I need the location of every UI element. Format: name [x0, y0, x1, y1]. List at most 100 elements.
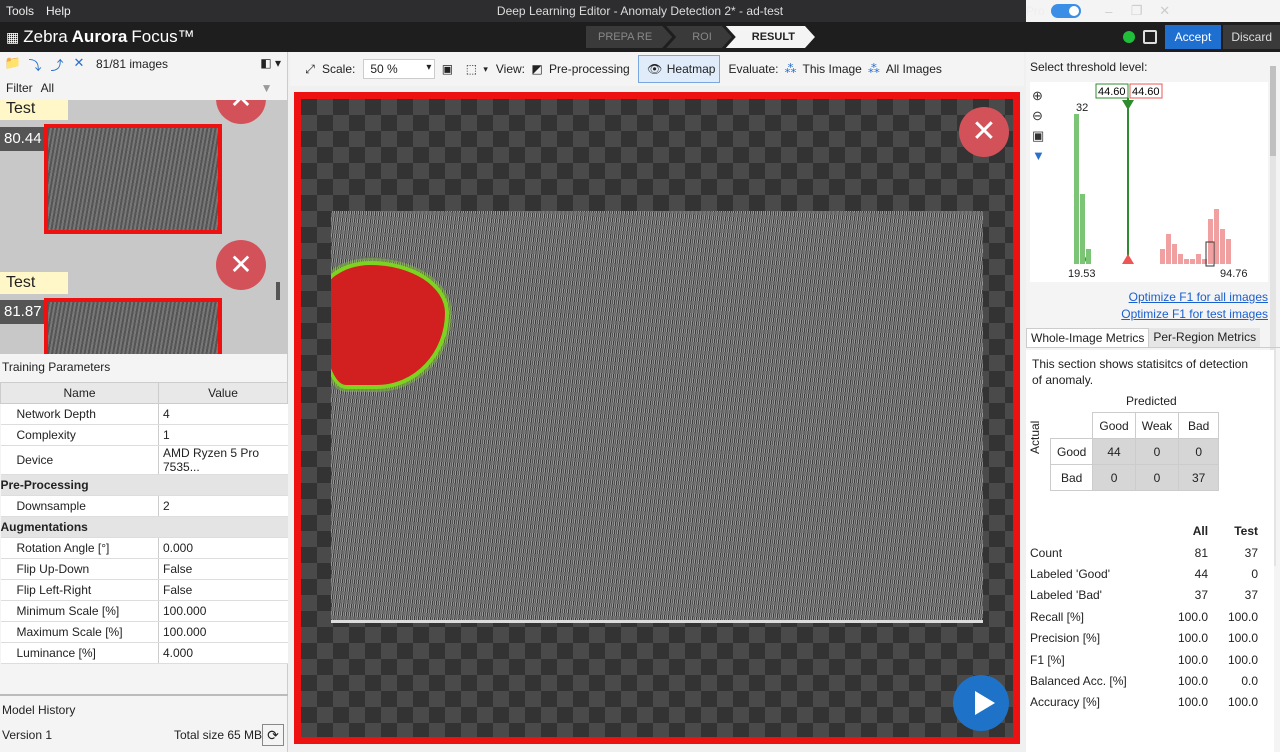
- thumbnail-scrollbar[interactable]: [276, 282, 280, 300]
- roi-icon[interactable]: ⬚: [463, 61, 479, 77]
- zebra-logo-icon: ▦: [6, 28, 20, 45]
- param-row[interactable]: Flip Left-Right False: [0, 579, 288, 601]
- play-icon[interactable]: [953, 675, 1009, 731]
- param-value[interactable]: 0.000: [158, 537, 288, 559]
- param-row[interactable]: Maximum Scale [%] 100.000: [0, 621, 288, 643]
- product-name-bold: Aurora: [71, 27, 128, 46]
- brand-name: Zebra: [23, 27, 68, 46]
- threshold-histogram[interactable]: ⊕ ⊖ ▣ ▼ 32 0 19.53 94.76 44.60 44.60: [1030, 82, 1268, 282]
- param-row[interactable]: Network Depth 4: [0, 403, 288, 425]
- minimize-icon[interactable]: –: [1095, 4, 1123, 19]
- save-icon[interactable]: [1142, 30, 1157, 44]
- params-table: Name Value Network Depth 4 Complexity 1 De…: [0, 382, 288, 664]
- metric-row: F1 [%] 100.0 100.0: [1030, 649, 1264, 670]
- cm-cell: 0: [1178, 438, 1220, 465]
- param-value[interactable]: 4.000: [158, 642, 288, 664]
- filter-select[interactable]: All: [41, 81, 261, 95]
- optimize-test-link[interactable]: Optimize F1 for test images: [1121, 307, 1268, 321]
- menu-help[interactable]: Help: [40, 4, 77, 18]
- metric-test: 100.0: [1227, 652, 1258, 667]
- metric-test: 0: [1251, 567, 1258, 582]
- metric-test: 100.0: [1227, 631, 1258, 646]
- image-canvas[interactable]: ✕: [294, 92, 1020, 744]
- add-folder-icon[interactable]: 📁: [2, 55, 24, 73]
- metric-all: 37: [1194, 588, 1209, 603]
- threshold-handle-bottom[interactable]: [1122, 254, 1134, 264]
- tab-whole-image-metrics[interactable]: Whole-Image Metrics: [1026, 328, 1150, 347]
- param-value[interactable]: 4: [158, 403, 288, 425]
- evaluate-label: Evaluate:: [728, 62, 779, 76]
- threshold-handle-top[interactable]: [1122, 100, 1134, 110]
- discard-button[interactable]: Discard: [1223, 25, 1280, 49]
- param-name: Flip Up-Down: [0, 558, 159, 580]
- close-icon[interactable]: ✕: [1151, 3, 1179, 19]
- param-value[interactable]: False: [158, 579, 288, 601]
- image-toolbar: 📁 ⤵ ⤴ ✕ 81/81 images ◧ ▾: [0, 52, 287, 76]
- total-size: Total size 65 MB: [174, 728, 263, 742]
- pro-toggle[interactable]: [1050, 4, 1081, 18]
- histogram-bad-bar: [1226, 239, 1231, 264]
- export-icon[interactable]: ⤴: [46, 55, 68, 73]
- param-value[interactable]: AMD Ryzen 5 Pro 7535...: [158, 445, 288, 475]
- refresh-icon[interactable]: ⟳: [262, 724, 284, 746]
- param-group: Augmentations: [0, 516, 288, 538]
- actual-label: Actual: [1028, 420, 1042, 454]
- param-row[interactable]: Downsample 2: [0, 495, 288, 517]
- cm-cell: 37: [1178, 464, 1220, 491]
- param-value[interactable]: 1: [158, 424, 288, 446]
- metric-row: Recall [%] 100.0 100.0: [1030, 606, 1264, 627]
- heatmap-button[interactable]: 👁 Heatmap: [637, 55, 721, 83]
- thumbnail-list: Test ✕ 80.44 ✕ Test 81.87 ✕: [0, 100, 288, 354]
- param-value[interactable]: False: [158, 558, 288, 580]
- preprocessing-button[interactable]: Pre-processing: [549, 62, 630, 76]
- accept-button[interactable]: Accept: [1164, 25, 1222, 49]
- metric-row: Accuracy [%] 100.0 100.0: [1030, 692, 1264, 713]
- step-roi[interactable]: ROI: [666, 26, 732, 48]
- product-name: Focus™: [131, 27, 195, 46]
- param-value[interactable]: 100.000: [158, 600, 288, 622]
- chevron-down-icon[interactable]: ▾: [483, 64, 488, 75]
- params-header-name: Name: [0, 382, 159, 404]
- evaluate-this-image-button[interactable]: This Image: [802, 62, 861, 76]
- thumbnail-image[interactable]: [44, 298, 222, 354]
- right-panel: Select threshold level: ⊕ ⊖ ▣ ▼ 32 0 19.…: [1026, 52, 1280, 752]
- param-row[interactable]: Rotation Angle [°] 0.000: [0, 537, 288, 559]
- param-value[interactable]: 2: [158, 495, 288, 517]
- fit-icon[interactable]: ▣: [439, 61, 455, 77]
- tab-per-region-metrics[interactable]: Per-Region Metrics: [1149, 328, 1261, 347]
- scale-select[interactable]: 50 %: [363, 59, 436, 79]
- evaluate-all-images-button[interactable]: All Images: [886, 62, 942, 76]
- model-version[interactable]: Version 1: [2, 728, 52, 742]
- params-title: Training Parameters: [2, 360, 111, 374]
- metrics-panel: This section shows statisitcs of detecti…: [1026, 350, 1274, 752]
- metrics-col-all: All: [1192, 524, 1209, 538]
- metric-name: Balanced Acc. [%]: [1030, 674, 1127, 689]
- optimize-all-link[interactable]: Optimize F1 for all images: [1129, 290, 1268, 304]
- step-result[interactable]: RESULT: [726, 26, 815, 48]
- histogram-plot[interactable]: 44.60 44.60: [1030, 82, 1268, 282]
- thumbnail-image[interactable]: [44, 124, 222, 234]
- metric-row: Labeled 'Good' 44 0: [1030, 563, 1264, 584]
- import-icon[interactable]: ⤵: [24, 55, 46, 73]
- param-row[interactable]: Complexity 1: [0, 424, 288, 446]
- metric-name: F1 [%]: [1030, 652, 1065, 667]
- thumb-tag: Test: [0, 272, 68, 294]
- histogram-bad-bar: [1178, 254, 1183, 264]
- metric-all: 100.0: [1178, 631, 1209, 646]
- menu-tools[interactable]: Tools: [0, 4, 40, 18]
- delete-icon[interactable]: ✕: [68, 55, 90, 73]
- param-name: Luminance [%]: [0, 642, 159, 664]
- filter-label: Filter: [6, 81, 33, 95]
- param-row[interactable]: Device AMD Ryzen 5 Pro 7535...: [0, 445, 288, 475]
- param-row[interactable]: Minimum Scale [%] 100.000: [0, 600, 288, 622]
- step-prepare[interactable]: PREPA RE: [586, 26, 672, 48]
- param-value[interactable]: 100.000: [158, 621, 288, 643]
- view-mode-icon[interactable]: ◧ ▾: [260, 56, 281, 70]
- restore-icon[interactable]: ❐: [1123, 3, 1151, 19]
- divider[interactable]: [0, 694, 288, 696]
- metric-row: Balanced Acc. [%] 100.0 0.0: [1030, 670, 1264, 691]
- param-row[interactable]: Flip Up-Down False: [0, 558, 288, 580]
- filter-icon[interactable]: ▼: [261, 81, 273, 95]
- param-row[interactable]: Luminance [%] 4.000: [0, 642, 288, 664]
- image-count: 81/81 images: [96, 57, 169, 71]
